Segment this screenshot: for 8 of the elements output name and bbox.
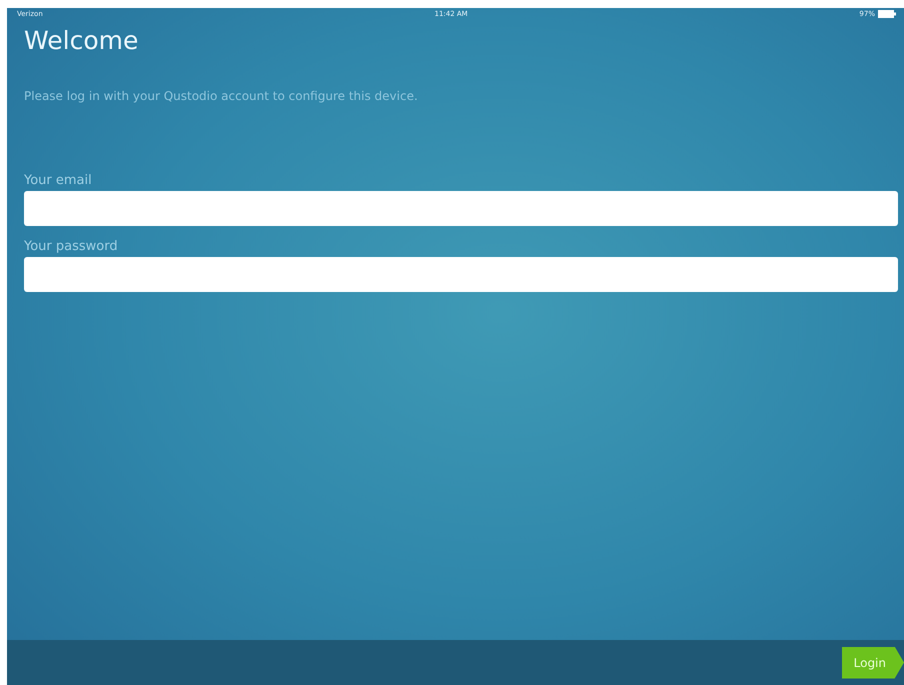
login-button[interactable]: Login <box>842 646 904 678</box>
battery-icon <box>878 10 896 18</box>
page-title: Welcome <box>24 26 140 55</box>
field-label: Your password <box>24 239 119 254</box>
input-field[interactable] <box>24 257 898 292</box>
field-label: Your email <box>24 173 93 188</box>
input-field[interactable] <box>24 191 898 226</box>
instruction-text: Please log in with your Qustodio account to configure this device. <box>24 89 419 103</box>
